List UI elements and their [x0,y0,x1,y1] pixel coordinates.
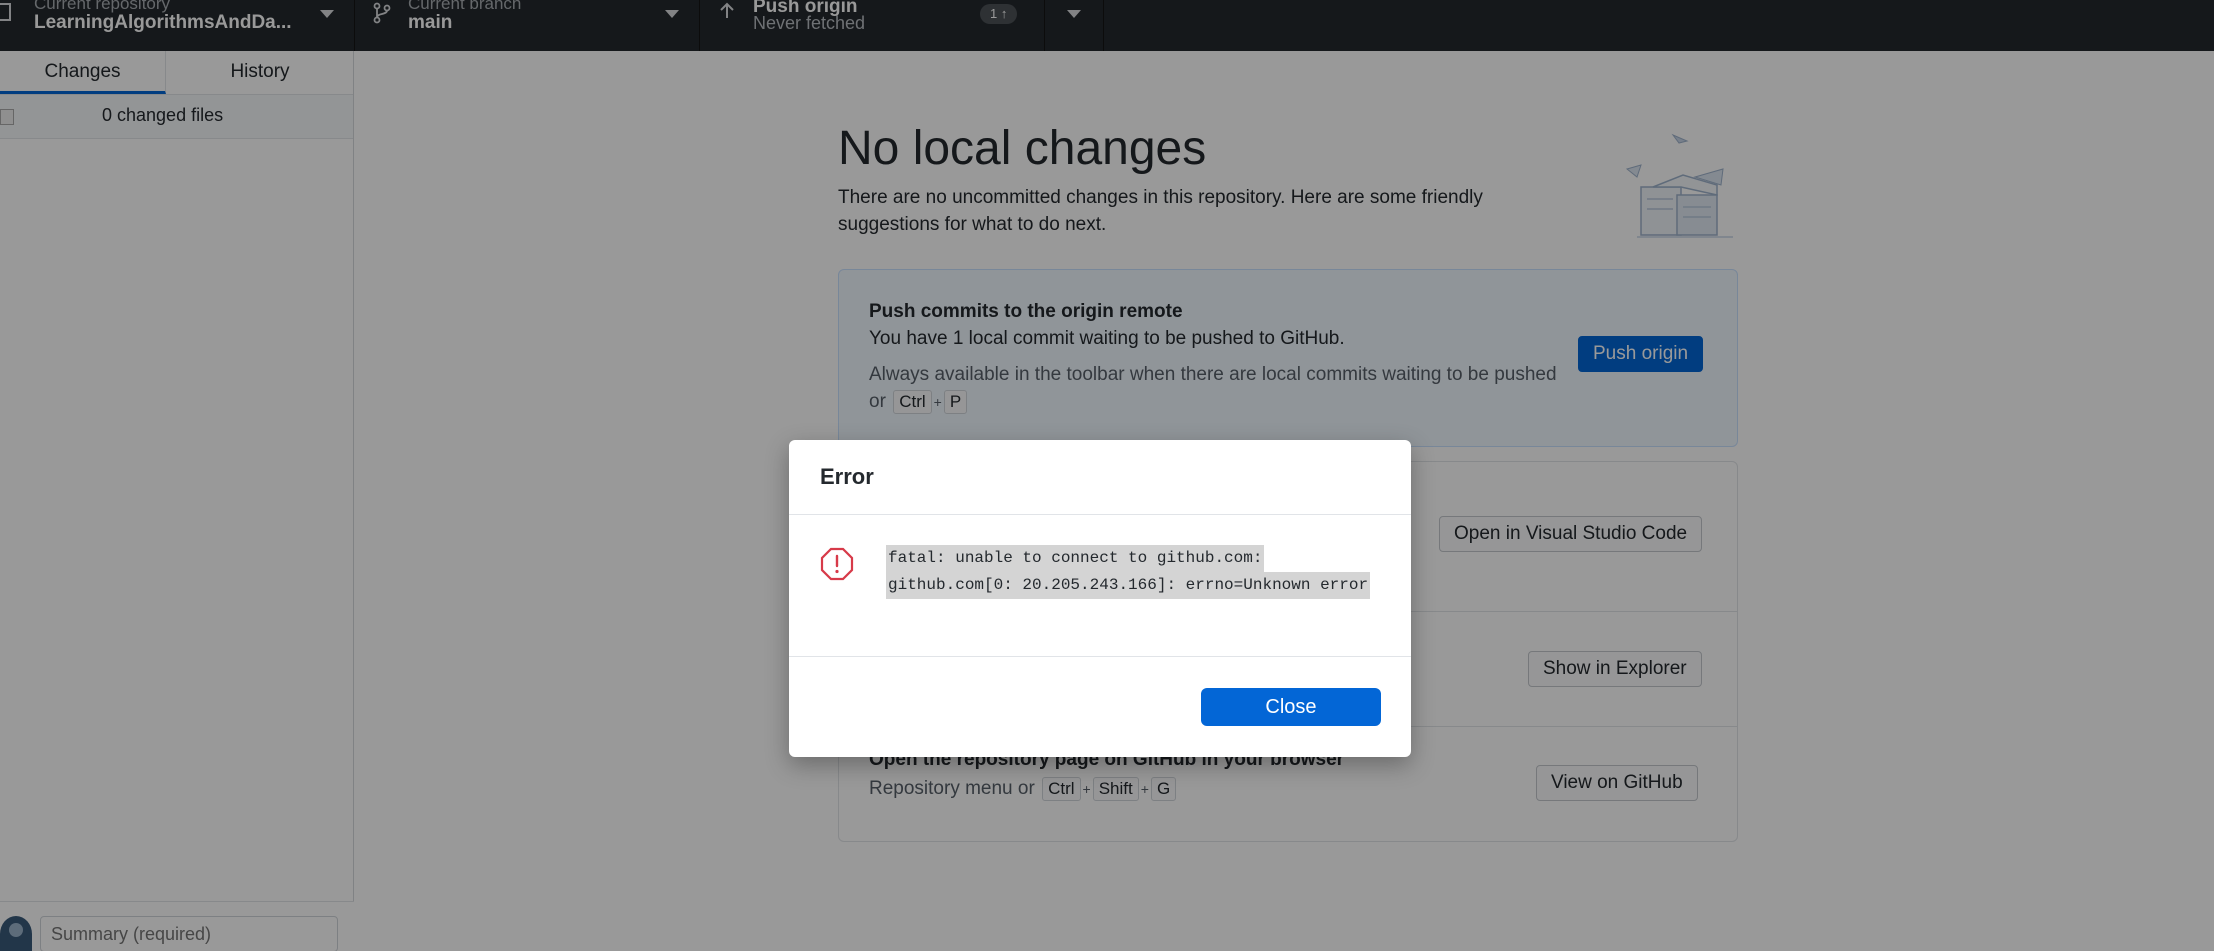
dialog-footer: Close [789,657,1411,756]
error-message-line: github.com[0: 20.205.243.166]: errno=Unk… [886,572,1371,599]
dialog-body: fatal: unable to connect to github.com: … [789,515,1411,657]
error-dialog: Error fatal: unable to connect to github… [789,440,1411,757]
error-message: fatal: unable to connect to github.com: … [886,545,1371,599]
close-button[interactable]: Close [1201,688,1381,726]
dialog-title: Error [820,464,874,489]
error-message-line: fatal: unable to connect to github.com: [886,545,1265,572]
alert-octagon-icon [820,547,854,581]
dialog-header: Error [789,440,1411,515]
